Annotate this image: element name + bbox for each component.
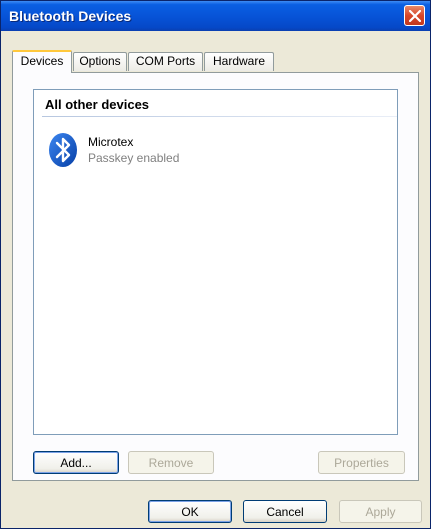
group-divider [42, 116, 397, 117]
add-button[interactable]: Add... [33, 451, 119, 474]
device-name: Microtex [88, 135, 134, 149]
tab-com-ports[interactable]: COM Ports [128, 52, 203, 71]
properties-button[interactable]: Properties [318, 451, 405, 474]
remove-button[interactable]: Remove [128, 451, 214, 474]
apply-button[interactable]: Apply [339, 500, 422, 523]
tab-hardware[interactable]: Hardware [204, 52, 274, 71]
list-item-device[interactable]: Microtex Passkey enabled [46, 130, 246, 174]
bluetooth-icon [49, 133, 77, 167]
tab-options[interactable]: Options [73, 52, 127, 71]
window-title: Bluetooth Devices [9, 8, 132, 24]
title-bar[interactable]: Bluetooth Devices [1, 1, 430, 31]
tab-devices[interactable]: Devices [12, 50, 72, 73]
group-header: All other devices [45, 97, 150, 112]
ok-button[interactable]: OK [148, 500, 232, 523]
device-list[interactable]: All other devices Microtex Passkey enabl… [33, 89, 398, 435]
close-button[interactable] [404, 5, 425, 26]
close-icon [409, 10, 421, 22]
bluetooth-devices-window: Bluetooth Devices Devices Options COM Po… [0, 0, 431, 529]
cancel-button[interactable]: Cancel [243, 500, 327, 523]
devices-tab-panel: All other devices Microtex Passkey enabl… [12, 72, 419, 481]
device-status: Passkey enabled [88, 151, 180, 165]
